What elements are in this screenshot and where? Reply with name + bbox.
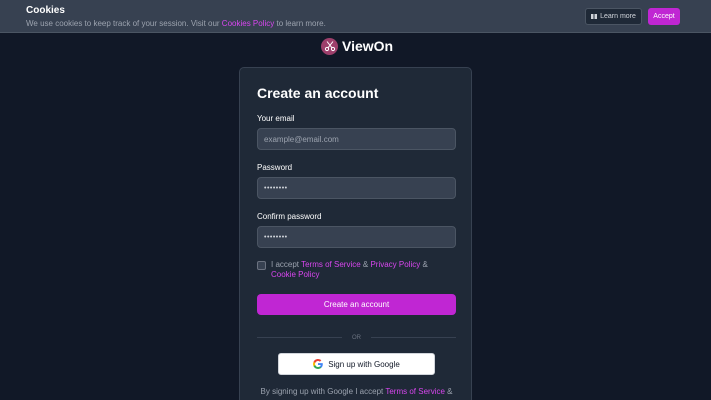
password-label: Password bbox=[257, 163, 293, 172]
book-icon bbox=[591, 14, 598, 19]
confirm-password-value: •••••••• bbox=[264, 233, 288, 241]
cookie-banner-title: Cookies bbox=[26, 5, 65, 16]
scissors-logo-icon bbox=[321, 37, 338, 55]
learn-more-label: Learn more bbox=[600, 13, 636, 20]
email-field[interactable]: example@email.com bbox=[257, 128, 456, 150]
cookie-banner-text: We use cookies to keep track of your ses… bbox=[26, 19, 326, 28]
confirm-password-label: Confirm password bbox=[257, 212, 322, 221]
signup-card: Create an account Your email example@ema… bbox=[239, 67, 472, 400]
cookie-text-after: to learn more. bbox=[274, 19, 326, 28]
or-text: OR bbox=[352, 334, 361, 341]
email-label: Your email bbox=[257, 114, 295, 123]
brand-logo[interactable]: ViewOn bbox=[321, 37, 393, 55]
google-signup-label: Sign up with Google bbox=[328, 359, 400, 369]
divider-line-left bbox=[257, 337, 342, 338]
cookie-banner: Cookies We use cookies to keep track of … bbox=[0, 0, 711, 33]
legal-prefix: By signing up with Google I accept bbox=[260, 387, 386, 396]
create-account-button[interactable]: Create an account bbox=[257, 294, 456, 315]
learn-more-button[interactable]: Learn more bbox=[585, 8, 642, 25]
cookie-policy-link[interactable]: Cookie Policy bbox=[271, 270, 319, 279]
terms-of-service-link[interactable]: Terms of Service bbox=[301, 260, 361, 269]
confirm-password-field[interactable]: •••••••• bbox=[257, 226, 456, 248]
terms-prefix: I accept bbox=[271, 260, 302, 269]
cookies-policy-link[interactable]: Cookies Policy bbox=[222, 19, 274, 28]
terms-separator-1: & bbox=[360, 260, 371, 269]
password-value: •••••••• bbox=[264, 184, 288, 192]
password-field[interactable]: •••••••• bbox=[257, 177, 456, 199]
or-divider: OR bbox=[257, 333, 456, 342]
cookie-text-before: We use cookies to keep track of your ses… bbox=[26, 19, 222, 28]
accept-terms-checkbox[interactable] bbox=[257, 261, 266, 270]
divider-line-right bbox=[371, 337, 456, 338]
terms-separator-2: & bbox=[420, 260, 428, 269]
email-placeholder: example@email.com bbox=[264, 134, 339, 144]
legal-terms-link[interactable]: Terms of Service bbox=[385, 387, 445, 396]
accept-cookies-button[interactable]: Accept bbox=[648, 8, 680, 25]
legal-suffix: & bbox=[444, 387, 453, 396]
page-title: Create an account bbox=[257, 85, 379, 101]
brand-name: ViewOn bbox=[342, 38, 394, 54]
google-legal-text: By signing up with Google I accept Terms… bbox=[257, 387, 456, 397]
privacy-policy-link[interactable]: Privacy Policy bbox=[370, 260, 420, 269]
google-icon bbox=[313, 359, 323, 369]
accept-terms-text: I accept Terms of Service & Privacy Poli… bbox=[271, 260, 451, 280]
google-signup-button[interactable]: Sign up with Google bbox=[278, 353, 435, 375]
